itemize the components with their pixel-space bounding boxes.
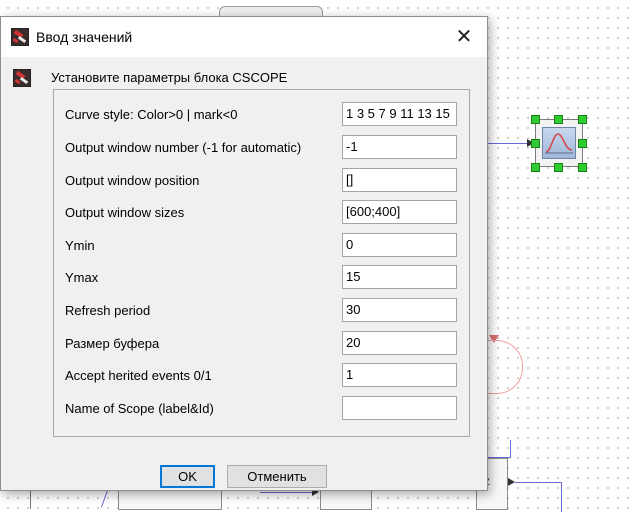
param-label: Output window sizes <box>65 205 185 220</box>
scilab-xcos-icon <box>11 28 29 46</box>
parameters-panel: Curve style: Color>0 | mark<0 1 3 5 7 9 … <box>53 89 470 437</box>
param-label: Refresh period <box>65 303 151 318</box>
diagram-link[interactable] <box>510 440 511 458</box>
selection-handle[interactable] <box>531 115 540 124</box>
selection-handle[interactable] <box>554 163 563 172</box>
diagram-block-partial[interactable] <box>118 488 222 510</box>
param-input-refresh-period[interactable]: 30 <box>342 298 457 322</box>
link-arrow-icon <box>508 478 515 486</box>
cscope-block[interactable] <box>535 119 583 167</box>
dialog-header: Установите параметры блока CSCOPE <box>51 70 288 85</box>
cancel-button[interactable]: Отменить <box>227 465 327 488</box>
diagram-link[interactable] <box>486 143 530 144</box>
param-label: Ymax <box>65 270 99 285</box>
event-link[interactable] <box>482 340 523 394</box>
param-row-window-number: Output window number (-1 for automatic) … <box>54 135 469 161</box>
selection-handle[interactable] <box>531 139 540 148</box>
param-input-scope-name[interactable] <box>342 396 457 420</box>
input-values-dialog: Ввод значений ✕ Установите параметры бло… <box>0 16 488 491</box>
diagram-link[interactable] <box>561 482 562 512</box>
param-label: Output window number (-1 for automatic) <box>65 140 302 155</box>
param-input-ymin[interactable]: 0 <box>342 233 457 257</box>
cscope-block-icon <box>542 127 576 159</box>
selection-handle[interactable] <box>578 139 587 148</box>
param-input-window-position[interactable]: [] <box>342 168 457 192</box>
param-row-refresh-period: Refresh period 30 <box>54 298 469 324</box>
param-label: Accept herited events 0/1 <box>65 368 212 383</box>
param-input-curve-style[interactable]: 1 3 5 7 9 11 13 15 <box>342 102 457 126</box>
param-row-herited-events: Accept herited events 0/1 1 <box>54 363 469 389</box>
param-label: Ymin <box>65 238 95 253</box>
param-input-herited-events[interactable]: 1 <box>342 363 457 387</box>
diagram-link[interactable] <box>515 482 562 483</box>
param-row-ymin: Ymin 0 <box>54 233 469 259</box>
param-input-buffer-size[interactable]: 20 <box>342 331 457 355</box>
param-input-window-sizes[interactable]: [600;400] <box>342 200 457 224</box>
selection-handle[interactable] <box>578 163 587 172</box>
diagram-block-partial[interactable] <box>320 488 372 510</box>
param-row-window-sizes: Output window sizes [600;400] <box>54 200 469 226</box>
param-row-curve-style: Curve style: Color>0 | mark<0 1 3 5 7 9 … <box>54 102 469 128</box>
param-row-buffer-size: Размер буфера 20 <box>54 331 469 357</box>
param-input-window-number[interactable]: -1 <box>342 135 457 159</box>
param-row-window-position: Output window position [] <box>54 168 469 194</box>
param-input-ymax[interactable]: 15 <box>342 265 457 289</box>
param-label: Output window position <box>65 173 200 188</box>
dialog-titlebar[interactable]: Ввод значений ✕ <box>1 17 487 57</box>
param-label: Curve style: Color>0 | mark<0 <box>65 107 238 122</box>
diagram-link[interactable] <box>30 489 31 509</box>
param-label: Name of Scope (label&Id) <box>65 401 214 416</box>
scilab-xcos-icon <box>13 69 31 87</box>
selection-handle[interactable] <box>554 115 563 124</box>
dialog-title: Ввод значений <box>36 29 133 45</box>
selection-handle[interactable] <box>578 115 587 124</box>
selection-handle[interactable] <box>531 163 540 172</box>
close-icon: ✕ <box>455 26 473 48</box>
ok-button[interactable]: OK <box>160 465 215 488</box>
param-label: Размер буфера <box>65 336 160 351</box>
param-row-scope-name: Name of Scope (label&Id) <box>54 396 469 422</box>
param-row-ymax: Ymax 15 <box>54 265 469 291</box>
close-button[interactable]: ✕ <box>447 25 481 51</box>
diagram-link[interactable] <box>260 492 312 493</box>
